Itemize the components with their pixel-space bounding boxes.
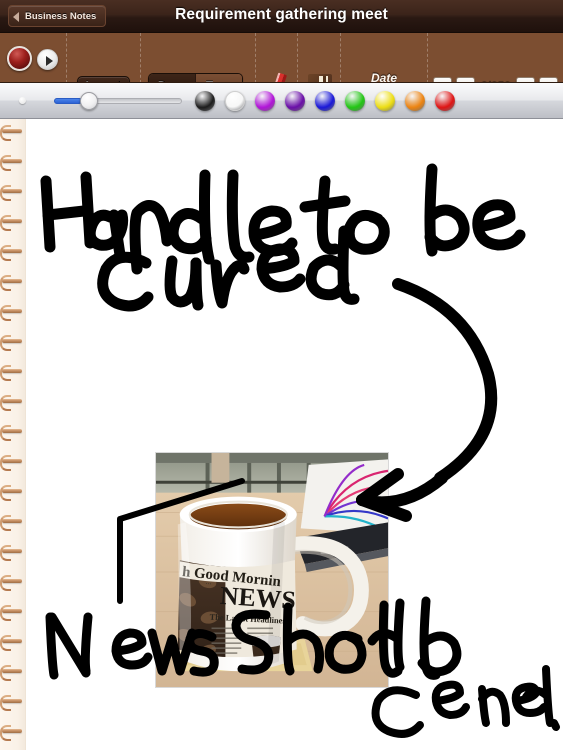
slider-fill xyxy=(54,98,83,104)
color-swatch-red[interactable] xyxy=(435,91,455,111)
spiral-ring-icon xyxy=(0,155,26,171)
spiral-ring-icon xyxy=(0,725,26,741)
title-bar: Business Notes Requirement gathering mee… xyxy=(0,0,563,33)
toolbar-divider xyxy=(340,33,341,82)
coffee-mug-photo-image: h Good Mornin NEWS ... The Latest Headli… xyxy=(156,453,388,687)
spiral-ring-icon xyxy=(0,335,26,351)
color-swatch-white[interactable] xyxy=(225,91,245,111)
spiral-ring-icon xyxy=(0,275,26,291)
date-label: Date xyxy=(370,71,397,83)
spiral-ring-icon xyxy=(0,635,26,651)
spiral-ring-icon xyxy=(0,545,26,561)
color-swatch-orange[interactable] xyxy=(405,91,425,111)
spiral-ring-icon xyxy=(0,605,26,621)
color-swatch-purple[interactable] xyxy=(285,91,305,111)
note-handle xyxy=(40,163,526,275)
note-centered xyxy=(371,665,560,738)
spiral-ring-icon xyxy=(0,695,26,711)
spiral-ring-icon xyxy=(0,515,26,531)
notes-app-window: Business Notes Requirement gathering mee… xyxy=(0,0,563,750)
coffee-mug-photo[interactable]: h Good Mornin NEWS ... The Latest Headli… xyxy=(155,452,389,688)
mode-segmented-control[interactable]: Draw Type xyxy=(148,73,243,82)
toolbar-divider xyxy=(140,33,141,82)
page-title: Requirement gathering meet xyxy=(175,6,388,23)
date-field[interactable]: Date 13 Feb 2012 xyxy=(345,71,423,83)
color-swatch-magenta[interactable] xyxy=(255,91,275,111)
spiral-ring-icon xyxy=(0,395,26,411)
floppy-save-icon[interactable] xyxy=(308,74,332,82)
spiral-ring-icon xyxy=(0,185,26,201)
color-swatch-yellow[interactable] xyxy=(375,91,395,111)
note-curved xyxy=(97,225,360,312)
spiral-ring-icon xyxy=(0,455,26,471)
toolbar-divider xyxy=(427,33,428,82)
spiral-ring-icon xyxy=(0,665,26,681)
spiral-ring-icon xyxy=(0,245,26,261)
spiral-ring-icon xyxy=(0,425,26,441)
color-swatch-black[interactable] xyxy=(195,91,215,111)
brush-size-dot-icon xyxy=(19,97,26,104)
import-button[interactable]: Import xyxy=(77,76,130,82)
toolbar-divider xyxy=(297,33,298,82)
brush-size-slider[interactable] xyxy=(54,92,182,110)
play-icon[interactable] xyxy=(37,49,58,70)
svg-text:...: ... xyxy=(205,577,212,586)
drawing-canvas[interactable]: h Good Mornin NEWS ... The Latest Headli… xyxy=(0,119,563,750)
drawing-palette-bar: Clear All Done xyxy=(0,83,563,193)
spiral-ring-icon xyxy=(0,305,26,321)
color-swatch-blue[interactable] xyxy=(315,91,335,111)
spiral-ring-icon xyxy=(0,575,26,591)
spiral-ring-icon xyxy=(0,125,26,141)
toolbar-divider xyxy=(255,33,256,82)
main-toolbar: Import Draw Type Date 13 Feb 2012 2/259 xyxy=(0,33,563,83)
pencil-eraser-icon[interactable] xyxy=(266,72,287,82)
tab-type[interactable]: Type xyxy=(195,74,242,82)
svg-text:NEWS: NEWS xyxy=(219,581,297,615)
spiral-ring-icon xyxy=(0,365,26,381)
spiral-ring-icon xyxy=(0,485,26,501)
record-circle-icon[interactable] xyxy=(7,46,32,71)
color-swatch-green[interactable] xyxy=(345,91,365,111)
toolbar-divider xyxy=(66,33,67,82)
tab-draw[interactable]: Draw xyxy=(149,74,195,82)
spiral-ring-icon xyxy=(0,215,26,231)
slider-thumb[interactable] xyxy=(80,92,99,110)
